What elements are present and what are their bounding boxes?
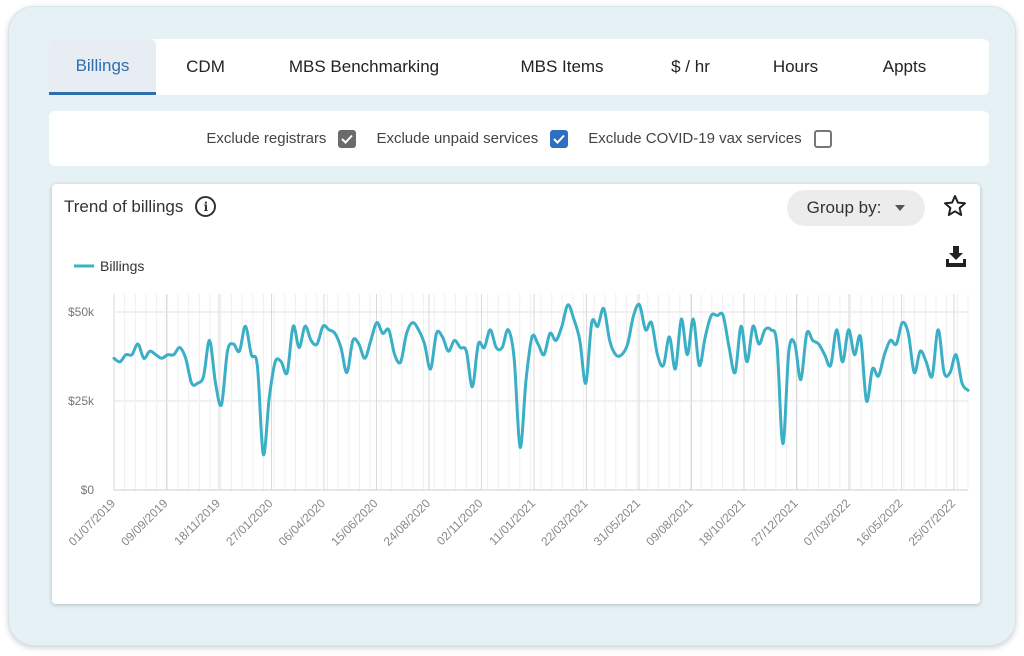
- billings-line-chart: $50k $25k $0 01/07/2019 09/09/2019 18/11/201…: [66, 258, 970, 549]
- group-by-dropdown[interactable]: Group by:: [787, 190, 925, 226]
- tab-appts[interactable]: Appts: [861, 39, 948, 95]
- legend-label: Billings: [100, 258, 144, 274]
- download-icon[interactable]: [944, 244, 968, 268]
- card-title: Trend of billings i: [64, 196, 217, 217]
- filter-exclude-covid-vax: Exclude COVID-19 vax services: [588, 129, 832, 148]
- y-tick-label: $50k: [68, 305, 95, 319]
- x-tick-label: 02/11/2020: [434, 496, 486, 548]
- x-tick-label: 18/11/2019: [171, 496, 223, 548]
- x-tick-label: 09/08/2021: [643, 496, 696, 549]
- tab-mbs-benchmarking[interactable]: MBS Benchmarking: [255, 39, 473, 95]
- x-tick-label: 11/01/2021: [486, 496, 538, 548]
- checkmark-icon: [341, 134, 354, 144]
- x-tick-label: 01/07/2019: [66, 496, 119, 549]
- filter-label: Exclude registrars: [206, 130, 327, 147]
- tab-cdm[interactable]: CDM: [156, 39, 255, 95]
- x-tick-label: 24/08/2020: [381, 496, 434, 549]
- chart-title: Trend of billings: [64, 196, 184, 216]
- x-tick-label: 16/05/2022: [853, 496, 906, 549]
- tab-mbs-items[interactable]: MBS Items: [473, 39, 651, 95]
- star-icon[interactable]: [943, 194, 967, 218]
- x-tick-label: 06/04/2020: [276, 496, 329, 549]
- x-tick-label: 25/07/2022: [906, 496, 959, 549]
- checkmark-icon: [553, 134, 565, 144]
- x-tick-label: 31/05/2021: [591, 496, 644, 549]
- tab-hours[interactable]: Hours: [730, 39, 861, 95]
- x-tick-label: 27/12/2021: [748, 496, 801, 549]
- tab-bar: Billings CDM MBS Benchmarking MBS Items …: [49, 39, 989, 95]
- tab-dollar-per-hour[interactable]: $ / hr: [651, 39, 730, 95]
- chart-grid: [113, 294, 969, 491]
- tab-billings[interactable]: Billings: [49, 39, 156, 95]
- group-by-label: Group by:: [806, 198, 882, 217]
- exclude-covid-vax-checkbox[interactable]: [813, 129, 832, 148]
- billings-chart-card: Trend of billings i Group by: $50k $25k $0…: [52, 184, 980, 604]
- filter-label: Exclude COVID-19 vax services: [588, 130, 802, 147]
- x-tick-label: 07/03/2022: [801, 496, 854, 549]
- x-tick-label: 27/01/2020: [223, 496, 276, 549]
- app-frame: Billings CDM MBS Benchmarking MBS Items …: [8, 6, 1016, 646]
- filter-label: Exclude unpaid services: [376, 130, 539, 147]
- filter-bar: Exclude registrars Exclude unpaid servic…: [49, 111, 989, 166]
- filter-exclude-registrars: Exclude registrars: [206, 129, 357, 148]
- y-axis: $50k $25k $0: [68, 305, 95, 497]
- series-line-billings: [112, 302, 970, 456]
- x-tick-label: 18/10/2021: [696, 496, 749, 549]
- x-tick-label: 15/06/2020: [328, 496, 381, 549]
- x-tick-label: 22/03/2021: [538, 496, 591, 549]
- chevron-down-icon: [895, 205, 906, 211]
- y-tick-label: $25k: [68, 394, 95, 408]
- x-tick-label: 09/09/2019: [118, 496, 171, 549]
- filter-exclude-unpaid: Exclude unpaid services: [376, 129, 569, 148]
- chart-legend: Billings: [74, 258, 144, 274]
- exclude-registrars-checkbox[interactable]: [338, 129, 357, 148]
- x-axis: 01/07/2019 09/09/2019 18/11/2019 27/01/2020…: [66, 496, 959, 549]
- info-icon[interactable]: i: [195, 196, 217, 217]
- y-tick-label: $0: [81, 483, 95, 497]
- exclude-unpaid-checkbox[interactable]: [550, 129, 569, 148]
